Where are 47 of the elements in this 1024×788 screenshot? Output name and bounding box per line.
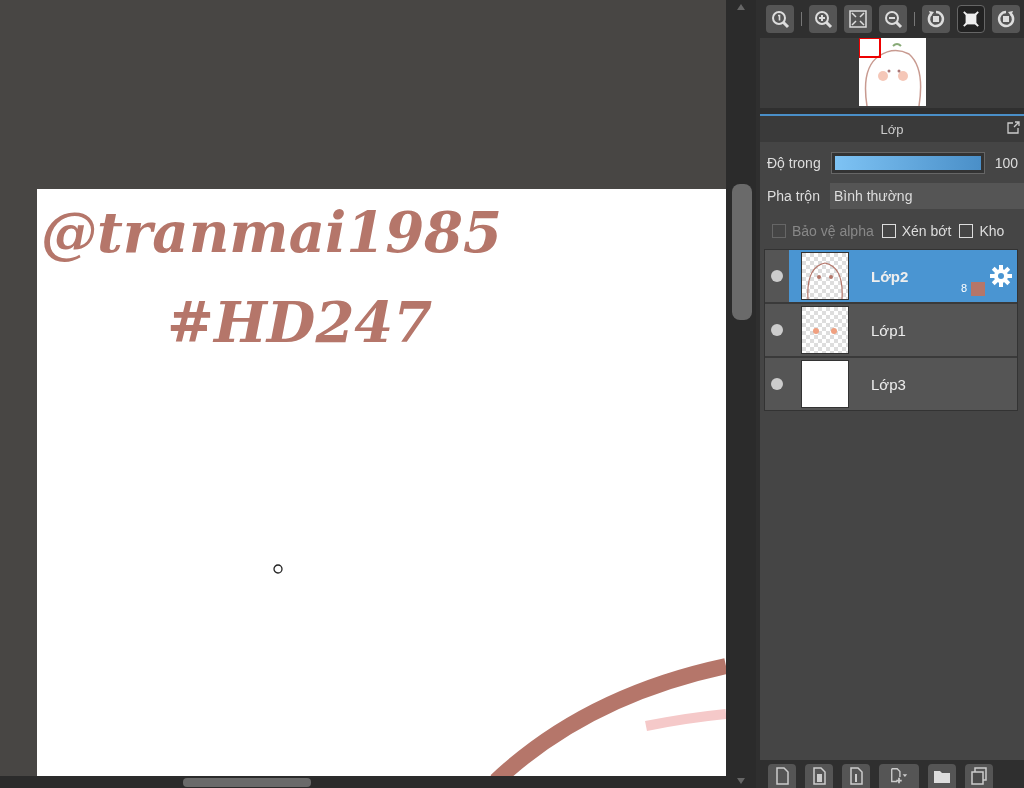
opacity-value: 100 (994, 154, 1019, 171)
layer-row[interactable]: Lớp3 (765, 358, 1017, 410)
layer-count-label: 8 (960, 282, 967, 294)
rotate-left-icon (926, 9, 946, 29)
fullscreen-icon (962, 9, 980, 29)
rotate-right-icon (996, 9, 1016, 29)
page-button[interactable] (768, 764, 796, 788)
popout-icon[interactable] (1007, 121, 1020, 134)
handwritten-text: @tranmai1985 (41, 199, 503, 265)
layer-row[interactable]: Lớp1 (765, 304, 1017, 356)
opacity-label: Độ trong (767, 154, 821, 171)
blend-dropdown[interactable]: Bình thường (829, 182, 1024, 209)
scrollbar-thumb[interactable] (732, 184, 752, 320)
rotate-left-button[interactable] (922, 5, 950, 33)
option-checkbox[interactable]: Kho (959, 223, 1005, 239)
panel-title: Lớp (880, 121, 904, 137)
scrollbar-thumb[interactable] (183, 778, 311, 787)
zoom-in-button[interactable] (809, 5, 837, 33)
add-page-icon (889, 766, 909, 786)
fullscreen-button[interactable] (957, 5, 985, 33)
visibility-dot-icon[interactable] (771, 324, 783, 336)
rotate-right-button[interactable] (992, 5, 1020, 33)
fit-screen-icon (848, 9, 868, 29)
copy-button[interactable] (965, 764, 993, 788)
scroll-down-icon[interactable] (736, 776, 746, 786)
scroll-up-icon[interactable] (736, 2, 746, 12)
fit-screen-button[interactable] (844, 5, 872, 33)
handwritten-text: #HD247 (167, 289, 433, 355)
drawing-canvas[interactable]: @tranmai1985 #HD247 (37, 189, 726, 776)
horizontal-scrollbar[interactable] (0, 776, 726, 788)
vertical-scrollbar[interactable] (726, 0, 756, 788)
navigator-thumbnail[interactable] (858, 38, 926, 106)
brush-cursor-icon (273, 564, 283, 574)
page-one-button[interactable] (842, 764, 870, 788)
zoom-in-icon (813, 9, 833, 29)
blend-label: Pha trộn (767, 187, 820, 204)
option-checkbox[interactable]: Xén bớt (881, 223, 952, 239)
zoom-out-button[interactable] (879, 5, 907, 33)
zoom-actual-button[interactable] (766, 5, 794, 33)
visibility-dot-icon[interactable] (771, 378, 783, 390)
zoom-out-icon (883, 9, 903, 29)
zoom-actual-icon (770, 9, 790, 29)
add-page-button[interactable] (879, 764, 919, 788)
copy-icon (969, 766, 989, 786)
visibility-dot-icon[interactable] (771, 270, 783, 282)
folder-button[interactable] (928, 764, 956, 788)
page-eight-button[interactable] (805, 764, 833, 788)
